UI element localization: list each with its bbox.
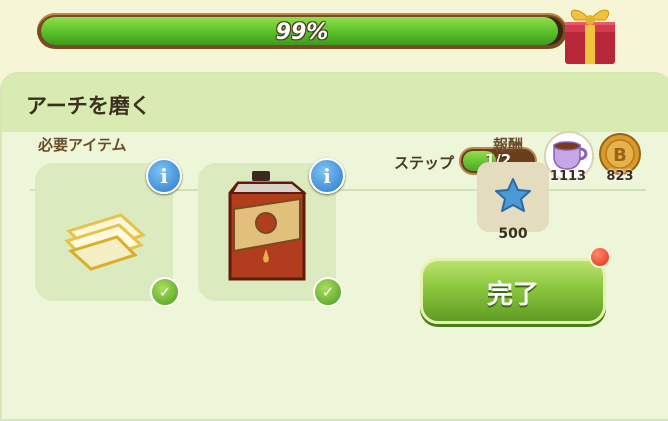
complete-button-label: 完了 — [486, 280, 539, 310]
star-icon — [495, 178, 531, 212]
notification-dot — [589, 246, 611, 268]
gift-icon[interactable] — [555, 0, 625, 66]
teacup-icon — [553, 141, 588, 170]
resource-coin: B 823 — [594, 131, 650, 191]
panel-header: アーチを磨く — [2, 74, 668, 132]
progress-percent: 99% — [275, 20, 329, 45]
oil-can-info-icon[interactable]: i — [309, 158, 345, 194]
reward-tile — [477, 162, 549, 232]
required-items-label: 必要アイテム — [38, 136, 127, 154]
oil-can-icon — [228, 171, 307, 281]
complete-button[interactable]: 完了 — [420, 258, 606, 324]
reward-count: 500 — [498, 226, 528, 242]
task-title: アーチを磨く — [26, 94, 151, 118]
steps-label: ステップ — [394, 154, 455, 172]
cloth-check-icon: ✓ — [150, 277, 180, 307]
svg-text:B: B — [613, 145, 627, 166]
cloth-info-icon[interactable]: i — [146, 158, 182, 194]
progress-bar-track: 99% — [41, 17, 563, 45]
oil-can-check-icon: ✓ — [313, 277, 343, 307]
reward-label: 報酬 — [493, 136, 524, 154]
cloth-icon — [64, 213, 146, 271]
progress-bar: 99% — [37, 13, 567, 49]
required-item-oil-can[interactable]: i ✓ — [198, 158, 345, 307]
resource-coin-count: 823 — [606, 169, 634, 184]
required-item-cloth[interactable]: i ✓ — [35, 158, 182, 307]
